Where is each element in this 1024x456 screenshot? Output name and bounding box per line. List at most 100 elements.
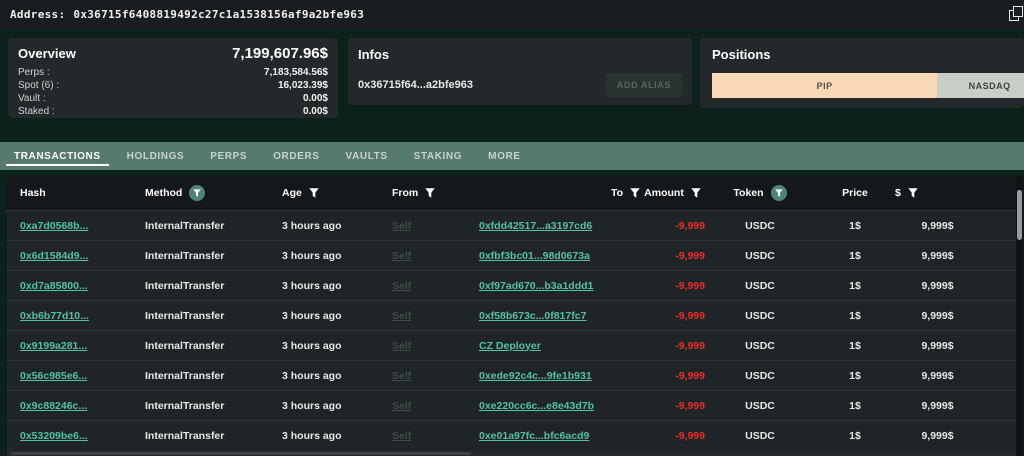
overview-card: Overview 7,199,607.96$ Perps : 7,183,584…: [8, 38, 338, 118]
age-cell: 3 hours ago: [282, 280, 342, 292]
address-value: 0x36715f6408819492c27c1a1538156af9a2bfe9…: [73, 8, 364, 21]
filter-icon[interactable]: [771, 185, 787, 201]
column-header[interactable]: Hash: [20, 187, 145, 199]
tab-label: STAKING: [414, 151, 462, 162]
add-alias-button[interactable]: ADD ALIAS: [606, 73, 682, 97]
table-row: 0xb6b77d10... InternalTransfer 3 hours a…: [7, 300, 1016, 330]
column-header-label: $: [895, 187, 901, 199]
infos-card: Infos 0x36715f64...a2bfe963 ADD ALIAS: [348, 38, 692, 105]
column-header[interactable]: Amount: [640, 187, 705, 199]
column-header[interactable]: From: [392, 187, 479, 199]
hash-link[interactable]: 0xa7d0568b...: [20, 220, 88, 232]
token-cell: USDC: [745, 280, 775, 292]
overview-stat-row: Perps : 7,183,584.56$: [18, 66, 328, 79]
tab[interactable]: VAULTS: [346, 142, 388, 170]
usd-cell: 9,999$: [921, 340, 953, 352]
vertical-scrollbar-thumb[interactable]: [1017, 190, 1022, 240]
to-link[interactable]: 0xede92c4c...9fe1b931: [479, 370, 592, 382]
token-cell: USDC: [745, 400, 775, 412]
from-link[interactable]: Self: [392, 220, 411, 232]
stat-value: 0.00$: [303, 105, 328, 118]
position-button[interactable]: PIP: [712, 73, 937, 98]
filter-icon[interactable]: [908, 188, 918, 199]
stat-label: Spot (6) :: [18, 79, 59, 92]
hash-link[interactable]: 0x9199a281...: [20, 340, 87, 352]
to-link[interactable]: CZ Deployer: [479, 340, 541, 352]
to-link[interactable]: 0xfbf3bc01...98d0673a: [479, 250, 590, 262]
usd-cell: 9,999$: [921, 430, 953, 442]
from-link[interactable]: Self: [392, 280, 411, 292]
to-link[interactable]: 0xf97ad670...b3a1ddd1: [479, 280, 593, 292]
token-cell: USDC: [745, 370, 775, 382]
horizontal-scrollbar[interactable]: [7, 451, 1016, 456]
table-row: 0x6d1584d9... InternalTransfer 3 hours a…: [7, 240, 1016, 270]
copy-icon-front: [1013, 6, 1023, 17]
hash-link[interactable]: 0x56c985e6...: [20, 370, 87, 382]
filter-icon[interactable]: [630, 188, 640, 199]
positions-card: Positions PIP NASDAQ: [700, 38, 1024, 108]
tab[interactable]: MORE: [488, 142, 520, 170]
from-link[interactable]: Self: [392, 430, 411, 442]
hash-link[interactable]: 0x9c88246c...: [20, 400, 87, 412]
amount-cell: -9,999: [675, 250, 705, 262]
to-link[interactable]: 0xe220cc6c...e8e43d7b: [479, 400, 594, 412]
hash-link[interactable]: 0x6d1584d9...: [20, 250, 88, 262]
amount-cell: -9,999: [675, 400, 705, 412]
overview-stat-row: Staked : 0.00$: [18, 105, 328, 118]
column-header[interactable]: Price: [815, 187, 895, 199]
price-cell: 1$: [849, 220, 861, 232]
hash-link[interactable]: 0xd7a85800...: [20, 280, 88, 292]
from-link[interactable]: Self: [392, 340, 411, 352]
tab[interactable]: STAKING: [414, 142, 462, 170]
filter-icon[interactable]: [189, 185, 205, 201]
column-header[interactable]: $: [895, 187, 980, 199]
overview-stat-row: Spot (6) : 16,023.39$: [18, 79, 328, 92]
from-link[interactable]: Self: [392, 310, 411, 322]
from-link[interactable]: Self: [392, 250, 411, 262]
age-cell: 3 hours ago: [282, 340, 342, 352]
amount-cell: -9,999: [675, 340, 705, 352]
table-body: 0xa7d0568b... InternalTransfer 3 hours a…: [7, 210, 1016, 450]
overview-stats: Perps : 7,183,584.56$ Spot (6) : 16,023.…: [18, 66, 328, 118]
to-link[interactable]: 0xfdd42517...a3197cd6: [479, 220, 592, 232]
column-header-label: From: [392, 187, 418, 199]
table-header: Hash Method Age From: [7, 176, 1016, 210]
hash-link[interactable]: 0xb6b77d10...: [20, 310, 89, 322]
token-cell: USDC: [745, 250, 775, 262]
tab[interactable]: ORDERS: [273, 142, 319, 170]
to-link[interactable]: 0xf58b673c...0f817fc7: [479, 310, 586, 322]
vertical-scrollbar[interactable]: [1016, 176, 1023, 456]
from-link[interactable]: Self: [392, 370, 411, 382]
column-header[interactable]: Token: [705, 185, 815, 201]
tab[interactable]: HOLDINGS: [127, 142, 185, 170]
position-button[interactable]: NASDAQ: [937, 73, 1024, 98]
transactions-table: Hash Method Age From: [7, 176, 1016, 456]
column-header[interactable]: Age: [282, 187, 392, 199]
from-link[interactable]: Self: [392, 400, 411, 412]
stat-label: Vault :: [18, 92, 46, 105]
column-header[interactable]: Method: [145, 185, 282, 201]
method-cell: InternalTransfer: [145, 220, 224, 232]
method-cell: InternalTransfer: [145, 340, 224, 352]
to-link[interactable]: 0xe01a97fc...bfc6acd9: [479, 430, 589, 442]
positions-buttons: PIP NASDAQ: [712, 73, 1024, 98]
hash-link[interactable]: 0x53209be6...: [20, 430, 88, 442]
token-cell: USDC: [745, 340, 775, 352]
tab[interactable]: PERPS: [210, 142, 247, 170]
filter-icon[interactable]: [309, 188, 319, 199]
column-header-label: Method: [145, 187, 182, 199]
horizontal-scrollbar-thumb[interactable]: [11, 452, 471, 455]
overview-total-value: 7,199,607.96$: [232, 45, 328, 62]
age-cell: 3 hours ago: [282, 250, 342, 262]
stat-value: 0.00$: [303, 92, 328, 105]
age-cell: 3 hours ago: [282, 370, 342, 382]
column-header[interactable]: To: [479, 187, 640, 199]
filter-icon[interactable]: [425, 188, 435, 199]
filter-icon[interactable]: [691, 188, 701, 199]
tab-label: ORDERS: [273, 151, 319, 162]
age-cell: 3 hours ago: [282, 430, 342, 442]
table-row: 0x53209be6... InternalTransfer 3 hours a…: [7, 420, 1016, 450]
copy-icon[interactable]: [1007, 4, 1024, 24]
amount-cell: -9,999: [675, 370, 705, 382]
tab[interactable]: TRANSACTIONS: [14, 142, 101, 170]
